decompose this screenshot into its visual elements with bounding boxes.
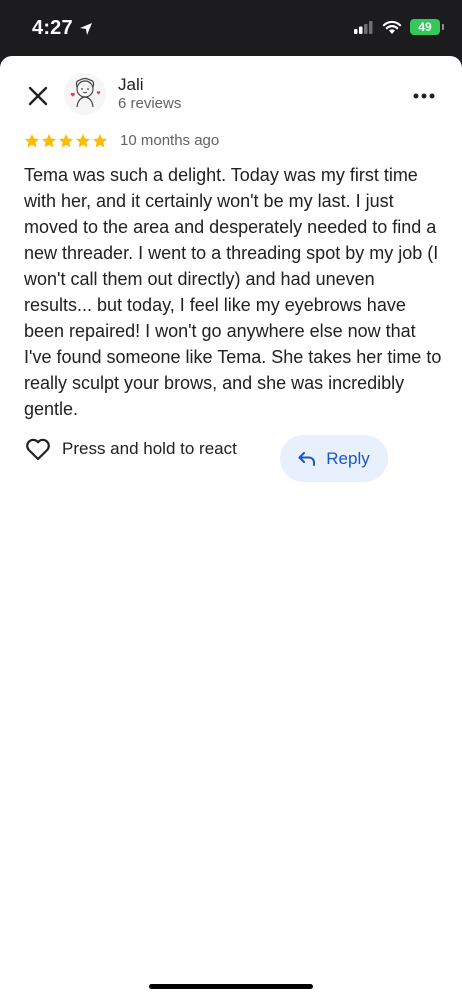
- star-rating: [24, 133, 108, 149]
- react-button[interactable]: Press and hold to react: [24, 435, 237, 463]
- heart-outline-icon: [26, 438, 50, 461]
- star-icon: [42, 133, 56, 147]
- reply-button[interactable]: Reply: [280, 435, 388, 482]
- status-time: 4:27: [32, 17, 93, 40]
- reply-arrow-icon: [298, 451, 316, 466]
- reviewer-avatar[interactable]: [64, 73, 106, 115]
- avatar-illustration-icon: [64, 73, 106, 115]
- reply-label: Reply: [326, 448, 370, 468]
- react-label: Press and hold to react: [62, 439, 237, 458]
- time-label: 4:27: [32, 17, 73, 39]
- battery-level: 49: [418, 20, 432, 34]
- close-icon: [28, 86, 48, 106]
- more-options-button[interactable]: [410, 82, 438, 110]
- review-text: Tema was such a delight. Today was my fi…: [24, 165, 442, 419]
- status-icons: 49: [354, 19, 444, 35]
- reviewer-review-count: 6 reviews: [118, 95, 182, 112]
- star-icon: [93, 133, 107, 147]
- reviewer-name[interactable]: Jali: [118, 75, 144, 95]
- review-sheet: Jali 6 reviews 10 months ago Tema was su…: [0, 56, 462, 1000]
- signal-icon: [354, 21, 373, 34]
- location-arrow-icon: [79, 22, 92, 35]
- star-icon: [25, 133, 39, 147]
- home-indicator[interactable]: [149, 984, 313, 989]
- status-bar: 4:27 49: [0, 0, 462, 56]
- close-button[interactable]: [24, 82, 52, 110]
- more-horizontal-icon: [413, 93, 435, 99]
- star-icon: [59, 133, 73, 147]
- battery-indicator: 49: [410, 19, 444, 35]
- rating-row: 10 months ago: [24, 132, 219, 149]
- star-icon: [76, 133, 90, 147]
- review-date: 10 months ago: [120, 132, 220, 149]
- wifi-icon: [382, 20, 402, 34]
